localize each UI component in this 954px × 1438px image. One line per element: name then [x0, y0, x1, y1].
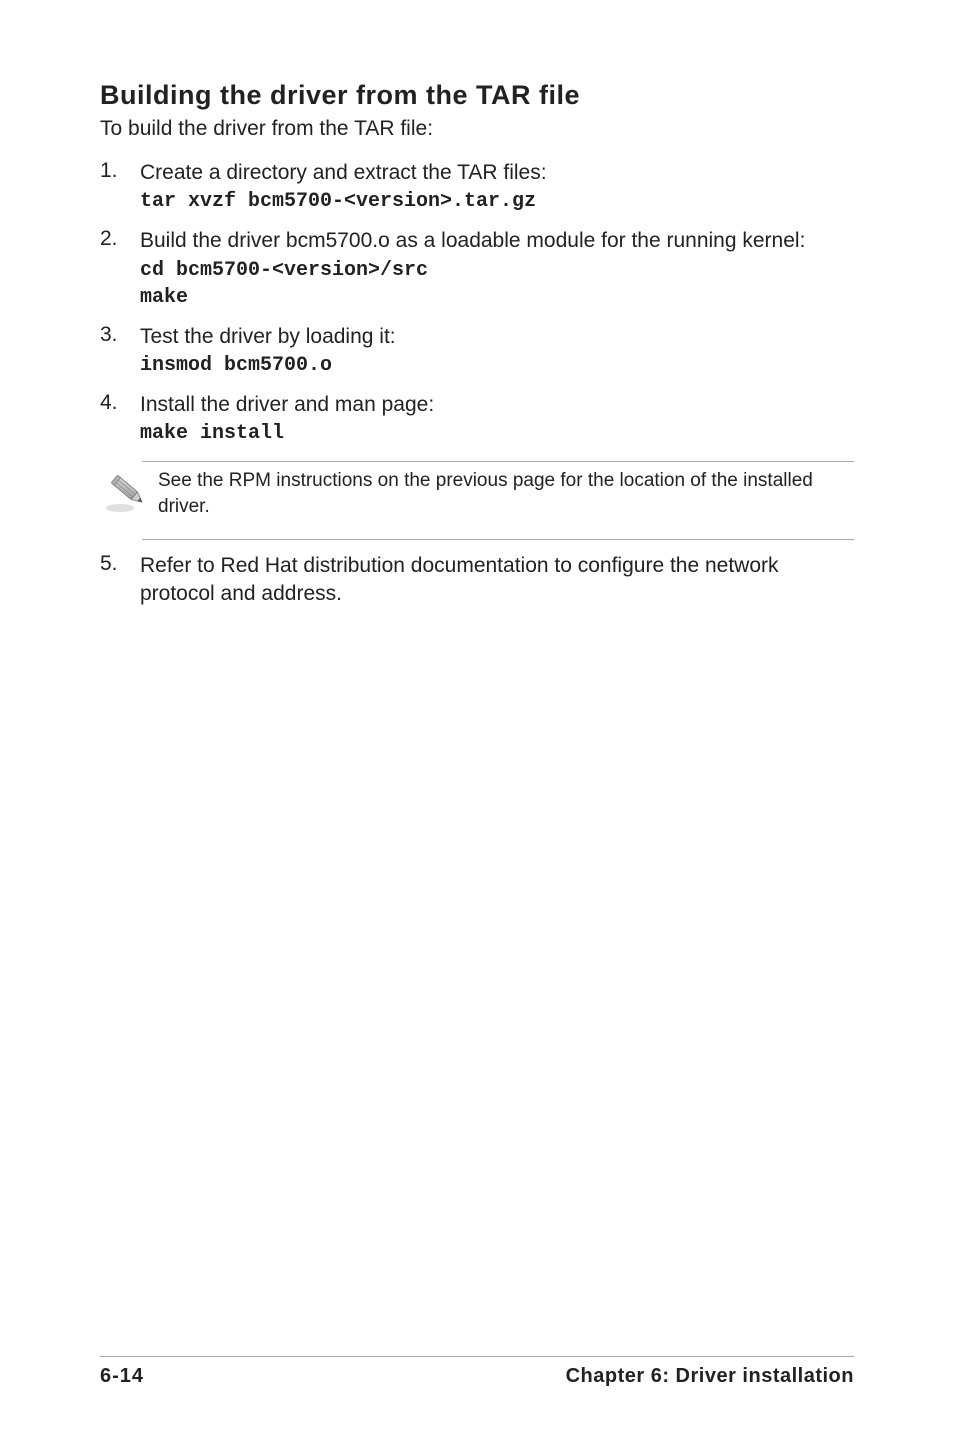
chapter-label: Chapter 6: Driver installation — [566, 1365, 854, 1388]
step-body: Test the driver by loading it: insmod bc… — [140, 323, 854, 379]
page-number: 6-14 — [100, 1365, 144, 1388]
step-body: Refer to Red Hat distribution documentat… — [140, 552, 854, 607]
step-body: Create a directory and extract the TAR f… — [140, 159, 854, 215]
step-command: insmod bcm5700.o — [140, 352, 854, 379]
note-pencil-icon — [102, 468, 158, 514]
step-text: Create a directory and extract the TAR f… — [140, 159, 854, 186]
step-command: make install — [140, 420, 854, 447]
page-footer: 6-14 Chapter 6: Driver installation — [100, 1356, 854, 1388]
step-text: Install the driver and man page: — [140, 391, 854, 418]
step-command: tar xvzf bcm5700-<version>.tar.gz — [140, 188, 854, 215]
steps-list: 1. Create a directory and extract the TA… — [100, 159, 854, 447]
note-separator-bottom — [142, 539, 854, 540]
section-heading: Building the driver from the TAR file — [100, 80, 854, 111]
step-number: 2. — [100, 227, 140, 310]
main-content: Building the driver from the TAR file To… — [100, 80, 854, 1356]
steps-list-continued: 5. Refer to Red Hat distribution documen… — [100, 552, 854, 607]
step-4: 4. Install the driver and man page: make… — [100, 391, 854, 447]
note-text: See the RPM instructions on the previous… — [158, 468, 854, 519]
intro-text: To build the driver from the TAR file: — [100, 117, 854, 141]
note-callout: See the RPM instructions on the previous… — [100, 462, 854, 525]
step-number: 3. — [100, 323, 140, 379]
step-body: Build the driver bcm5700.o as a loadable… — [140, 227, 854, 310]
step-number: 4. — [100, 391, 140, 447]
step-1: 1. Create a directory and extract the TA… — [100, 159, 854, 215]
step-command: cd bcm5700-<version>/src make — [140, 257, 854, 311]
step-text: Build the driver bcm5700.o as a loadable… — [140, 227, 854, 254]
step-2: 2. Build the driver bcm5700.o as a loada… — [100, 227, 854, 310]
step-number: 5. — [100, 552, 140, 607]
step-5: 5. Refer to Red Hat distribution documen… — [100, 552, 854, 607]
pencil-icon — [102, 470, 150, 514]
step-number: 1. — [100, 159, 140, 215]
step-3: 3. Test the driver by loading it: insmod… — [100, 323, 854, 379]
step-text: Test the driver by loading it: — [140, 323, 854, 350]
step-body: Install the driver and man page: make in… — [140, 391, 854, 447]
step-text: Refer to Red Hat distribution documentat… — [140, 552, 854, 607]
